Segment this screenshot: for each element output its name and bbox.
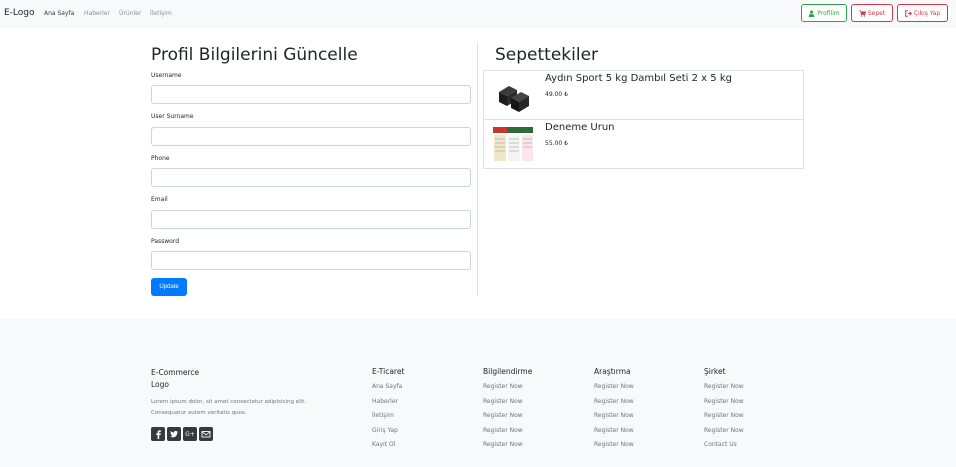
footer-link[interactable]: Register Now [483,427,523,434]
footer-description: Lorem ipsum dolor, sit amet consectetur … [151,399,307,416]
cart-item[interactable]: Deneme Urun 55.00 ₺ [483,119,804,169]
column-divider [477,42,478,296]
email-label: Email [151,196,168,203]
footer-link[interactable]: Register Now [704,398,744,405]
footer-link[interactable]: İletişim [372,412,394,419]
footer-link[interactable]: Register Now [594,398,634,405]
footer: E-Commerce Logo Lorem ipsum dolor, sit a… [0,319,956,467]
footer-link[interactable]: Register Now [483,412,523,419]
phone-input[interactable] [151,168,471,187]
cart-title: Sepettekiler [495,45,599,65]
username-label: Username [151,72,182,79]
footer-column-title-bilgilendirme: Bilgilendirme [483,367,533,376]
profile-button[interactable]: Profilim [801,4,847,22]
profile-form-title: Profil Bilgilerini Güncelle [151,45,358,65]
footer-link[interactable]: Register Now [483,441,523,448]
user-surname-input[interactable] [151,127,471,146]
cart-item-name[interactable]: Aydın Sport 5 kg Dambıl Seti 2 x 5 kg [545,73,732,84]
footer-link[interactable]: Kayıt Ol [372,441,395,448]
footer-column-title-sirket: Şirket [704,367,726,376]
email-input[interactable] [151,210,471,229]
google-plus-icon[interactable]: G+ [183,427,197,441]
footer-link[interactable]: Register Now [483,383,523,390]
top-navbar: E-Logo Ana Sayfa Haberler Ürünler İletiş… [0,0,956,28]
footer-link[interactable]: Contact Us [704,441,737,448]
user-icon [808,10,815,17]
cart-item[interactable]: Aydın Sport 5 kg Dambıl Seti 2 x 5 kg 49… [483,70,804,120]
nav-link-home[interactable]: Ana Sayfa [44,10,74,17]
phone-label: Phone [151,155,170,162]
footer-link[interactable]: Register Now [594,412,634,419]
mail-icon[interactable] [199,427,213,441]
facebook-icon[interactable] [151,427,165,441]
footer-link[interactable]: Register Now [594,383,634,390]
username-input[interactable] [151,85,471,104]
sign-out-icon [905,9,912,17]
password-input[interactable] [151,251,471,270]
footer-column-title-arastirma: Araştırma [594,367,631,376]
update-button[interactable]: Update [151,278,187,296]
nav-link-products[interactable]: Ürünler [119,10,141,17]
footer-link[interactable]: Register Now [704,412,744,419]
logout-button-label: Çıkış Yap [913,9,941,17]
footer-link[interactable]: Haberler [372,398,398,405]
nav-link-news[interactable]: Haberler [84,10,110,17]
cart-button[interactable]: Sepet [851,4,893,22]
profile-button-label: Profilim [817,9,840,17]
footer-link[interactable]: Ana Sayfa [372,383,402,390]
cart-button-label: Sepet [867,9,886,17]
footer-link[interactable]: Register Now [594,441,634,448]
user-surname-label: User Surname [151,113,194,120]
footer-link[interactable]: Register Now [704,427,744,434]
footer-logo: E-Commerce Logo [151,368,200,389]
logout-button[interactable]: Çıkış Yap [897,4,948,22]
nav-link-contact[interactable]: İletişim [150,10,172,17]
footer-link[interactable]: Register Now [704,383,744,390]
password-label: Password [151,238,180,245]
cart-item-price: 49.00 ₺ [545,91,568,98]
footer-column-title-eticaret: E-Ticaret [372,367,405,376]
cart-item-price: 55.00 ₺ [545,140,568,147]
shopping-cart-icon [859,9,866,17]
footer-link[interactable]: Register Now [483,398,523,405]
product-label-image [491,125,535,165]
twitter-icon[interactable] [167,427,181,441]
cart-item-name[interactable]: Deneme Urun [545,122,615,133]
dumbbell-product-image [491,76,535,116]
brand-logo[interactable]: E-Logo [4,8,35,18]
footer-link[interactable]: Register Now [594,427,634,434]
footer-link[interactable]: Giriş Yap [372,427,398,434]
